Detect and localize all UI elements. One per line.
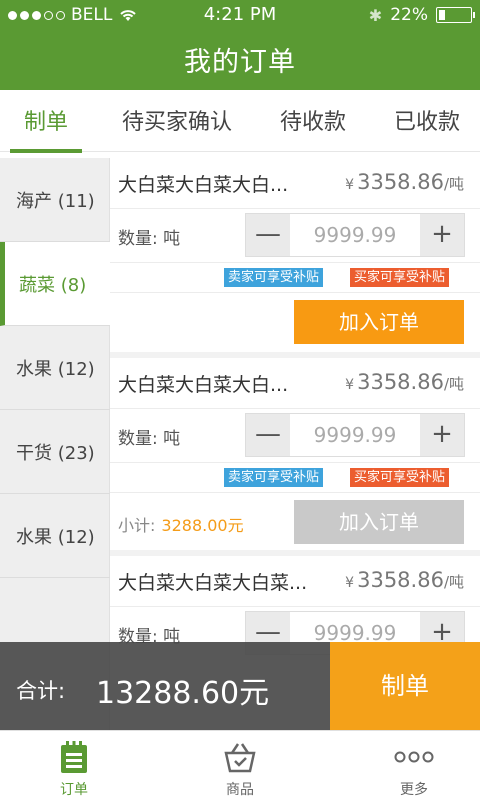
active-tab-indicator bbox=[10, 149, 82, 153]
quantity-label: 数量: 吨 bbox=[118, 229, 181, 249]
tab-paid[interactable]: 已收款 bbox=[394, 104, 460, 136]
product-price: ¥3358.86/吨 bbox=[345, 370, 464, 394]
app-header: BELL 4:21 PM ✱ 22% 我的订单 bbox=[0, 0, 480, 90]
sidebar-item-fruit[interactable]: 水果 (12) bbox=[0, 326, 110, 410]
bottom-nav: 订单 商品 更多 bbox=[0, 730, 480, 800]
tab-pending-payment[interactable]: 待收款 bbox=[280, 104, 346, 136]
sidebar-item-fruit-2[interactable]: 水果 (12) bbox=[0, 494, 110, 578]
seller-subsidy-badge: 卖家可享受补贴 bbox=[224, 468, 324, 487]
buyer-subsidy-badge: 买家可享受补贴 bbox=[350, 268, 450, 287]
quantity-stepper: — 9999.99 + bbox=[245, 213, 465, 257]
bluetooth-icon: ✱ bbox=[368, 5, 383, 25]
subtotal: 小计: 3288.00元 bbox=[118, 516, 244, 535]
decrement-button[interactable]: — bbox=[246, 414, 290, 456]
product-card: 大白菜大白菜大白... ¥3358.86/吨 数量: 吨 — 9999.99 +… bbox=[110, 158, 480, 352]
product-price: ¥3358.86/吨 bbox=[345, 568, 464, 592]
quantity-input[interactable]: 9999.99 bbox=[290, 414, 420, 456]
product-price: ¥3358.86/吨 bbox=[345, 170, 464, 194]
battery-icon bbox=[436, 7, 475, 23]
sidebar-item-dried-goods[interactable]: 干货 (23) bbox=[0, 410, 110, 494]
increment-button[interactable]: + bbox=[420, 214, 464, 256]
tab-draft[interactable]: 制单 bbox=[24, 104, 68, 136]
tab-pending-buyer[interactable]: 待买家确认 bbox=[122, 104, 232, 136]
quantity-input[interactable]: 9999.99 bbox=[290, 214, 420, 256]
quantity-stepper: — 9999.99 + bbox=[245, 413, 465, 457]
product-name: 大白菜大白菜大白... bbox=[118, 374, 289, 396]
total-label: 合计: bbox=[16, 679, 66, 703]
increment-button[interactable]: + bbox=[420, 414, 464, 456]
product-card: 大白菜大白菜大白... ¥3358.86/吨 数量: 吨 — 9999.99 +… bbox=[110, 358, 480, 550]
product-name: 大白菜大白菜大白... bbox=[118, 174, 289, 196]
nav-products[interactable]: 商品 bbox=[190, 739, 290, 799]
seller-subsidy-badge: 卖家可享受补贴 bbox=[224, 268, 324, 287]
total-bar: 合计: 13288.60元 bbox=[0, 642, 330, 730]
order-list-icon bbox=[61, 741, 87, 773]
sidebar-item-seafood[interactable]: 海产 (11) bbox=[0, 158, 110, 242]
more-dots-icon bbox=[394, 751, 434, 763]
sidebar-item-vegetables[interactable]: 蔬菜 (8) bbox=[0, 242, 111, 326]
status-bar: BELL 4:21 PM ✱ 22% bbox=[0, 0, 480, 30]
decrement-button[interactable]: — bbox=[246, 214, 290, 256]
nav-more[interactable]: 更多 bbox=[364, 739, 464, 799]
make-order-button[interactable]: 制单 bbox=[330, 642, 480, 730]
product-name: 大白菜大白菜大白菜... bbox=[118, 572, 308, 594]
add-to-order-button[interactable]: 加入订单 bbox=[294, 500, 464, 544]
quantity-label: 数量: 吨 bbox=[118, 429, 181, 449]
buyer-subsidy-badge: 买家可享受补贴 bbox=[350, 468, 450, 487]
basket-icon bbox=[224, 743, 256, 773]
battery-percent: 22% bbox=[390, 5, 428, 25]
total-value: 13288.60元 bbox=[96, 676, 270, 711]
nav-orders[interactable]: 订单 bbox=[24, 739, 124, 799]
page-title: 我的订单 bbox=[184, 47, 296, 78]
order-tabs: 制单 待买家确认 待收款 已收款 bbox=[0, 90, 480, 152]
add-to-order-button[interactable]: 加入订单 bbox=[294, 300, 464, 344]
